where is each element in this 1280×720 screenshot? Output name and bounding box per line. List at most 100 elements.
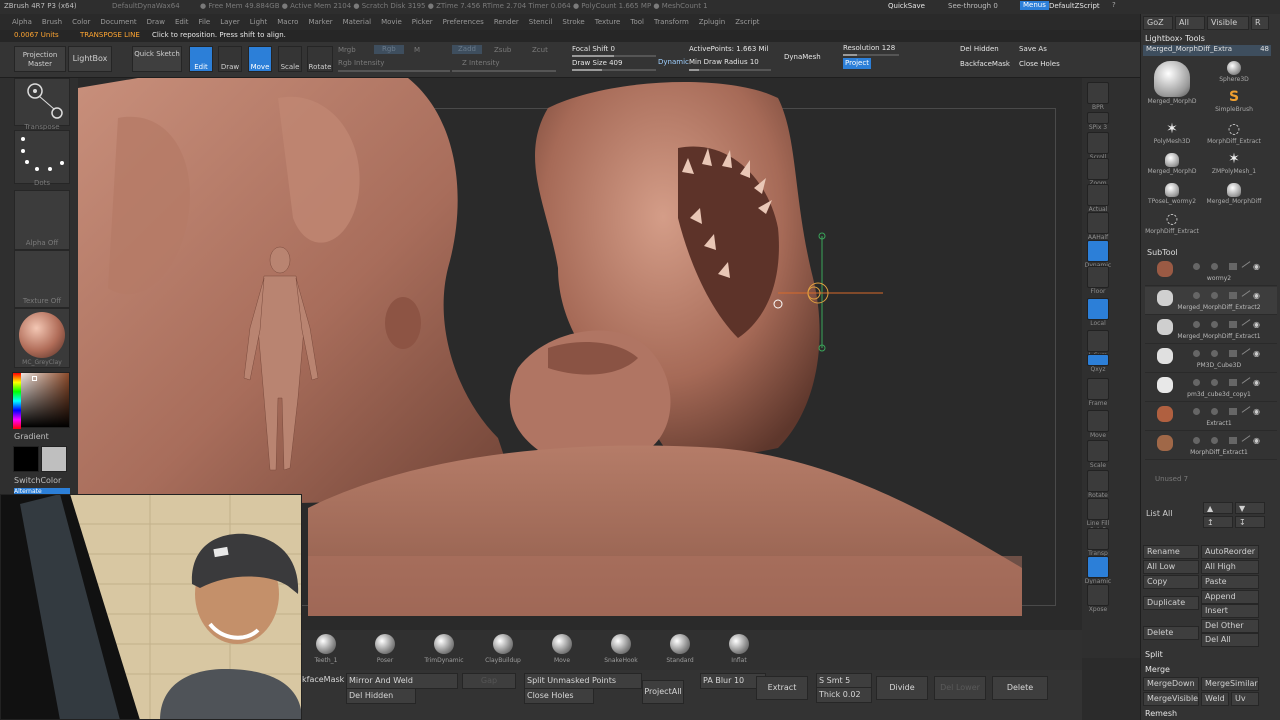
polypaint-toggle-icon[interactable]: [1193, 292, 1200, 299]
merge-section[interactable]: Merge: [1145, 665, 1170, 675]
menu-layer[interactable]: Layer: [220, 18, 240, 26]
subtool-row[interactable]: ◉ Merged_MorphDiff_Extract2: [1145, 287, 1277, 315]
tool-thumb[interactable]: Merged_MorphDiff: [1205, 182, 1263, 210]
tool-thumb[interactable]: Merged_MorphD: [1143, 60, 1201, 118]
stroke-slot[interactable]: Dots: [14, 130, 70, 187]
r-button[interactable]: R: [1251, 16, 1269, 30]
material-toggle-icon[interactable]: [1211, 379, 1218, 386]
floor-button[interactable]: [1087, 266, 1109, 288]
menu-color[interactable]: Color: [72, 18, 90, 26]
polypaint-toggle-icon[interactable]: [1193, 350, 1200, 357]
rgb-intensity-slider[interactable]: Rgb Intensity: [338, 59, 384, 68]
z-intensity-slider[interactable]: Z Intensity: [462, 59, 500, 68]
eye-icon[interactable]: ◉: [1253, 320, 1260, 329]
subtool-row[interactable]: ◉ MorphDiff_Extract1: [1145, 432, 1277, 460]
move-button[interactable]: Move: [248, 46, 272, 72]
brush-slot[interactable]: Teeth_1: [304, 634, 348, 664]
lightbox-tools-link[interactable]: Lightbox› Tools: [1145, 34, 1205, 44]
copy-button[interactable]: Copy: [1143, 575, 1199, 589]
subtool-row[interactable]: ◉ Merged_MorphDiff_Extract1: [1145, 316, 1277, 344]
close-holes-button[interactable]: Close Holes: [1019, 60, 1060, 69]
min-draw-radius-slider[interactable]: Min Draw Radius 10: [689, 58, 759, 67]
material-toggle-icon[interactable]: [1211, 321, 1218, 328]
all-button[interactable]: All: [1175, 16, 1205, 30]
brush-slot[interactable]: TrimDynamic: [422, 634, 466, 664]
menu-alpha[interactable]: Alpha: [12, 18, 32, 26]
dynamic-toggle[interactable]: Dynamic: [658, 58, 689, 67]
local-button[interactable]: [1087, 298, 1109, 320]
folder-icon[interactable]: [1229, 321, 1237, 328]
eye-icon[interactable]: ◉: [1253, 436, 1260, 445]
brush-slot[interactable]: Move: [540, 634, 584, 664]
del-hidden-button[interactable]: Del Hidden: [960, 45, 999, 54]
polypaint-toggle-icon[interactable]: [1193, 437, 1200, 444]
eye-icon[interactable]: ◉: [1253, 378, 1260, 387]
split-unmasked-button[interactable]: Split Unmasked Points: [524, 673, 642, 689]
subtool-row[interactable]: ◉ pm3d_cube3d_copy1: [1145, 374, 1277, 402]
backface-mask-toggle[interactable]: BackfaceMask: [960, 60, 1010, 69]
menu-transform[interactable]: Transform: [654, 18, 689, 26]
brush-toggle-icon[interactable]: [1241, 319, 1251, 326]
m-toggle[interactable]: M: [414, 46, 420, 55]
folder-icon[interactable]: [1229, 379, 1237, 386]
menu-zscript[interactable]: Zscript: [735, 18, 759, 26]
brush-slot[interactable]: Standard: [658, 634, 702, 664]
brush-toggle-icon[interactable]: [1241, 406, 1251, 413]
eye-icon[interactable]: ◉: [1253, 291, 1260, 300]
mrgb-toggle[interactable]: Mrgb: [338, 46, 356, 55]
material-slot[interactable]: MC_GreyClay: [14, 308, 70, 368]
folder-icon[interactable]: [1229, 263, 1237, 270]
split-section[interactable]: Split: [1145, 650, 1163, 660]
eye-icon[interactable]: ◉: [1253, 262, 1260, 271]
menu-picker[interactable]: Picker: [412, 18, 433, 26]
ghost-button[interactable]: [1087, 556, 1109, 578]
transpose-tool-slot[interactable]: Transpose: [14, 78, 70, 131]
tool-thumb[interactable]: ✶ ZMPolyMesh_1: [1205, 152, 1263, 180]
help-icon[interactable]: ?: [1112, 1, 1116, 10]
arrow-up-icon[interactable]: ▲: [1203, 502, 1233, 514]
zsub-toggle[interactable]: Zsub: [494, 46, 511, 55]
arrow-up-bottom-icon[interactable]: ↥: [1203, 516, 1233, 528]
backface-mask-button[interactable]: kfaceMask: [302, 673, 344, 687]
material-toggle-icon[interactable]: [1211, 292, 1218, 299]
menu-material[interactable]: Material: [343, 18, 371, 26]
brush-slot[interactable]: Inflat: [717, 634, 761, 664]
rename-button[interactable]: Rename: [1143, 545, 1199, 559]
menu-marker[interactable]: Marker: [308, 18, 332, 26]
polypaint-toggle-icon[interactable]: [1193, 321, 1200, 328]
del-hidden-bottom-button[interactable]: Del Hidden: [346, 688, 416, 704]
mergesimilar-button[interactable]: MergeSimilar: [1201, 677, 1259, 691]
current-tool-slider[interactable]: Merged_MorphDiff_Extra 48: [1143, 45, 1271, 56]
switchcolor-button[interactable]: SwitchColor: [14, 476, 61, 486]
hue-strip[interactable]: [13, 373, 21, 429]
uv-toggle[interactable]: Uv: [1231, 692, 1259, 706]
menu-preferences[interactable]: Preferences: [443, 18, 484, 26]
spix-button[interactable]: [1087, 112, 1109, 124]
polypaint-toggle-icon[interactable]: [1193, 379, 1200, 386]
insert-button[interactable]: Insert: [1201, 604, 1259, 618]
persp-button[interactable]: [1087, 240, 1109, 262]
xyz-button[interactable]: [1087, 354, 1109, 366]
delete-bottom-button[interactable]: Delete: [992, 676, 1048, 700]
linefill-button[interactable]: [1087, 498, 1109, 520]
menus-button[interactable]: Menus: [1020, 1, 1049, 10]
menu-zplugin[interactable]: Zplugin: [699, 18, 725, 26]
mirror-and-weld-button[interactable]: Mirror And Weld: [346, 673, 458, 689]
polypaint-toggle-icon[interactable]: [1193, 408, 1200, 415]
actual-button[interactable]: [1087, 184, 1109, 206]
focal-shift-slider[interactable]: Focal Shift 0: [572, 45, 615, 54]
subtool-row[interactable]: ◉ PM3D_Cube3D: [1145, 345, 1277, 373]
edit-button[interactable]: Edit: [189, 46, 213, 72]
see-through-slider[interactable]: See-through 0: [948, 2, 998, 11]
menu-draw[interactable]: Draw: [147, 18, 165, 26]
scale-button[interactable]: Scale: [278, 46, 302, 72]
folder-icon[interactable]: [1229, 350, 1237, 357]
tool-thumb[interactable]: TPoseL_wormy2: [1143, 182, 1201, 210]
frame-button[interactable]: [1087, 378, 1109, 400]
gradient-label[interactable]: Gradient: [14, 432, 49, 442]
aahalf-button[interactable]: [1087, 212, 1109, 234]
menu-texture[interactable]: Texture: [595, 18, 621, 26]
material-toggle-icon[interactable]: [1211, 437, 1218, 444]
projection-master-button[interactable]: Projection Master: [14, 46, 66, 72]
menu-tool[interactable]: Tool: [630, 18, 644, 26]
